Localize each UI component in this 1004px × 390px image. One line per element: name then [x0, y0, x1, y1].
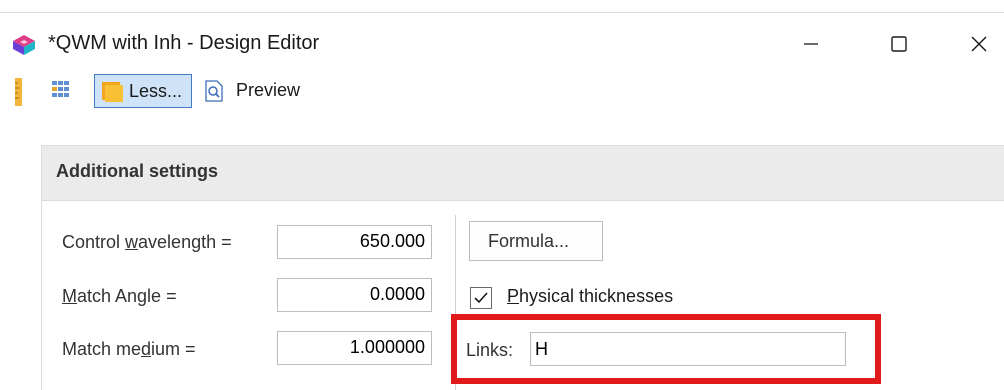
physical-thicknesses-checkbox[interactable] — [470, 287, 492, 309]
grid-icon[interactable] — [52, 81, 70, 102]
maximize-icon — [891, 36, 907, 52]
match-angle-label: Match Angle = — [62, 286, 177, 306]
minimize-button[interactable] — [788, 24, 834, 64]
match-angle-input[interactable]: 0.0000 — [277, 278, 432, 312]
links-input[interactable]: H — [530, 332, 846, 366]
preview-button-label: Preview — [236, 80, 301, 100]
panel-title: Additional settings — [56, 161, 218, 181]
links-label: Links: — [466, 340, 514, 360]
formula-button-label: Formula... — [488, 231, 570, 251]
ruler-icon[interactable] — [14, 78, 24, 111]
match-medium-input[interactable]: 1.000000 — [277, 331, 432, 365]
physical-thicknesses-label: Physical thicknesses — [507, 286, 674, 306]
close-icon — [971, 36, 987, 52]
folder-icon — [101, 79, 125, 108]
control-wavelength-label: Control wavelength = — [62, 232, 232, 252]
checkmark-icon — [474, 292, 488, 304]
less-button[interactable]: Less... — [94, 74, 192, 108]
formula-button[interactable]: Formula... — [469, 221, 603, 261]
panel-header: Additional settings — [42, 146, 1004, 201]
app-logo-icon — [12, 34, 36, 61]
minimize-icon — [804, 43, 818, 45]
less-button-label: Less... — [129, 81, 183, 101]
title-bar: *QWM with Inh - Design Editor — [0, 14, 1004, 70]
close-button[interactable] — [956, 24, 1002, 64]
toolbar: Less... Preview — [0, 70, 1004, 112]
preview-icon — [204, 80, 224, 107]
control-wavelength-input[interactable]: 650.000 — [277, 225, 432, 259]
top-border — [0, 0, 1004, 13]
match-medium-label: Match medium = — [62, 339, 196, 359]
window-title: *QWM with Inh - Design Editor — [48, 32, 320, 54]
maximize-button[interactable] — [876, 24, 922, 64]
preview-button[interactable]: Preview — [198, 74, 318, 108]
